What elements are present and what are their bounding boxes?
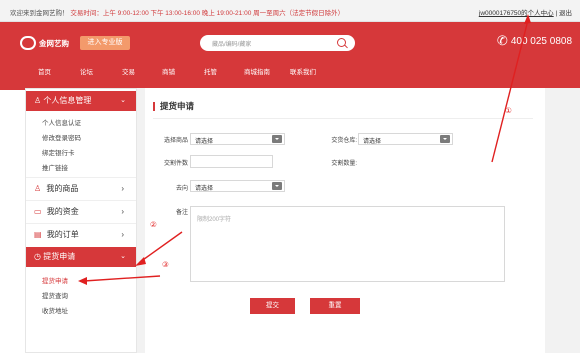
arrowhead-icon — [135, 257, 146, 266]
annotation-arrow-3 — [83, 275, 161, 282]
annotation-layer — [78, 14, 531, 285]
annotation-1: ① — [505, 106, 512, 115]
arrowhead-icon — [78, 277, 87, 285]
arrowhead-icon — [524, 14, 531, 24]
annotation-arrow-1 — [491, 19, 529, 163]
annotation-2: ② — [150, 220, 157, 229]
annotation-3: ③ — [162, 260, 169, 269]
annotation-arrow-2 — [139, 231, 183, 263]
